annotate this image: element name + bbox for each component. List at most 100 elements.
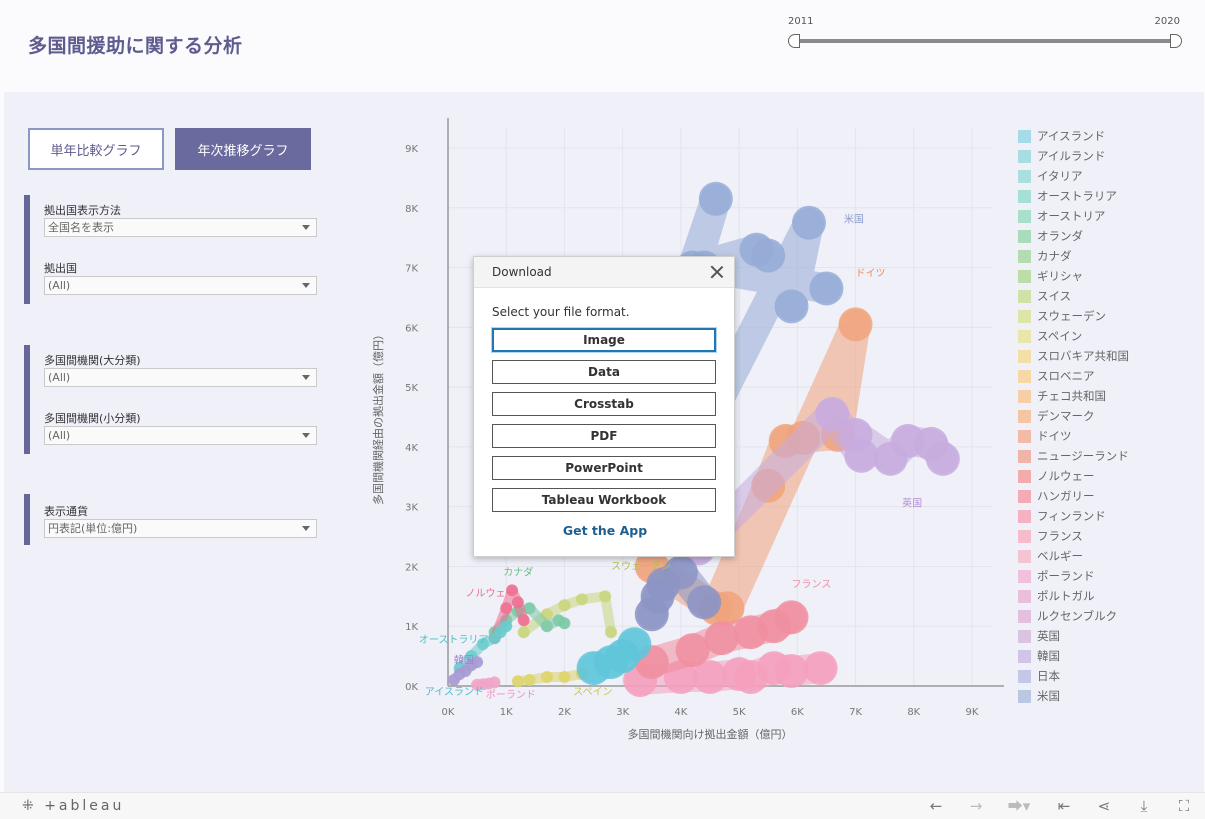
- tab-single-year[interactable]: 単年比較グラフ: [28, 128, 164, 170]
- legend-label: スペイン: [1037, 329, 1083, 343]
- data-point: [698, 181, 733, 216]
- legend-item[interactable]: 韓国: [1018, 646, 1129, 666]
- legend-item[interactable]: スロベニア: [1018, 366, 1129, 386]
- legend-item[interactable]: スイス: [1018, 286, 1129, 306]
- legend-item[interactable]: ポルトガル: [1018, 586, 1129, 606]
- slider-start-year: 2011: [788, 16, 814, 27]
- pdf-format-button[interactable]: PDF: [492, 424, 716, 448]
- legend-swatch: [1018, 389, 1031, 403]
- legend-item[interactable]: フィンランド: [1018, 506, 1129, 526]
- legend-swatch: [1018, 289, 1031, 303]
- legend-item[interactable]: スペイン: [1018, 326, 1129, 346]
- download-icon[interactable]: ⤓: [1134, 797, 1154, 815]
- fullscreen-icon[interactable]: ⛶: [1174, 797, 1194, 815]
- redo-icon[interactable]: →: [966, 797, 986, 815]
- x-tick-label: 6K: [791, 707, 804, 718]
- legend-label: 韓国: [1037, 649, 1060, 663]
- tab-yearly-trend[interactable]: 年次推移グラフ: [175, 128, 311, 170]
- crosstab-format-button[interactable]: Crosstab: [492, 392, 716, 416]
- image-format-button[interactable]: Image: [492, 328, 716, 352]
- legend-label: ルクセンブルク: [1037, 609, 1118, 623]
- data-point: [809, 271, 844, 306]
- close-icon[interactable]: [708, 263, 726, 281]
- year-range-slider[interactable]: 2011 2020: [786, 14, 1184, 54]
- legend-swatch: [1018, 529, 1031, 543]
- legend-item[interactable]: カナダ: [1018, 246, 1129, 266]
- tableau-logo[interactable]: ⁜ +ableau: [22, 798, 124, 814]
- legend-swatch: [1018, 309, 1031, 323]
- data-format-button[interactable]: Data: [492, 360, 716, 384]
- chevron-down-icon: [302, 433, 310, 438]
- share-icon[interactable]: ⋖: [1094, 797, 1114, 815]
- data-point: [774, 289, 809, 324]
- legend-item[interactable]: ドイツ: [1018, 426, 1129, 446]
- x-tick-label: 9K: [966, 707, 979, 718]
- legend-label: スロバキア共和国: [1037, 349, 1129, 363]
- slider-track[interactable]: [794, 39, 1176, 43]
- legend-item[interactable]: イタリア: [1018, 166, 1129, 186]
- x-tick-label: 3K: [616, 707, 629, 718]
- dialog-title: Download: [492, 265, 552, 279]
- powerpoint-format-button[interactable]: PowerPoint: [492, 456, 716, 480]
- legend-item[interactable]: チェコ共和国: [1018, 386, 1129, 406]
- legend-item[interactable]: 英国: [1018, 626, 1129, 646]
- get-the-app-link[interactable]: Get the App: [474, 523, 736, 538]
- filter-group-country: 拠出国表示方法 全国名を表示 拠出国 (All): [24, 195, 317, 304]
- legend-swatch: [1018, 369, 1031, 383]
- legend-item[interactable]: ポーランド: [1018, 566, 1129, 586]
- legend-item[interactable]: ニュージーランド: [1018, 446, 1129, 466]
- y-tick-label: 2K: [405, 562, 418, 573]
- legend-swatch: [1018, 209, 1031, 223]
- legend-label: ポーランド: [1037, 569, 1095, 583]
- legend-item[interactable]: オーストラリア: [1018, 186, 1129, 206]
- filter-label: 表示通貨: [44, 505, 88, 518]
- legend-label: オーストラリア: [1037, 189, 1117, 203]
- legend-item[interactable]: デンマーク: [1018, 406, 1129, 426]
- filter-label: 多国間機関(小分類): [44, 412, 141, 425]
- series-label: 英国: [902, 497, 922, 510]
- revert-icon[interactable]: ⮕▾: [1002, 797, 1036, 815]
- legend-item[interactable]: アイスランド: [1018, 126, 1129, 146]
- y-tick-label: 8K: [405, 204, 418, 215]
- data-point: [558, 671, 571, 684]
- org-major-select[interactable]: (All): [44, 368, 317, 387]
- legend-item[interactable]: 日本: [1018, 666, 1129, 686]
- slider-thumb-end[interactable]: [1170, 34, 1182, 48]
- legend-item[interactable]: ベルギー: [1018, 546, 1129, 566]
- country-select[interactable]: (All): [44, 276, 317, 295]
- currency-select[interactable]: 円表記(単位:億円): [44, 519, 317, 538]
- legend-item[interactable]: ルクセンブルク: [1018, 606, 1129, 626]
- legend-item[interactable]: スウェーデン: [1018, 306, 1129, 326]
- legend-item[interactable]: ノルウェー: [1018, 466, 1129, 486]
- data-point: [675, 633, 710, 668]
- slider-thumb-start[interactable]: [788, 34, 800, 48]
- legend-label: カナダ: [1037, 249, 1072, 263]
- legend-item[interactable]: ギリシャ: [1018, 266, 1129, 286]
- dashboard: 多国間援助に関する分析 2011 2020 単年比較グラフ 年次推移グラフ 拠出…: [0, 0, 1205, 819]
- legend-item[interactable]: オランダ: [1018, 226, 1129, 246]
- legend-label: スイス: [1037, 289, 1072, 303]
- tableau-workbook-format-button[interactable]: Tableau Workbook: [492, 488, 716, 512]
- series-label: スペイン: [573, 687, 612, 698]
- y-tick-label: 9K: [405, 144, 418, 155]
- legend-label: アイルランド: [1037, 149, 1106, 163]
- series-label: 韓国: [454, 654, 474, 666]
- data-point: [803, 651, 838, 686]
- org-minor-select[interactable]: (All): [44, 426, 317, 445]
- header: 多国間援助に関する分析 2011 2020: [0, 0, 1205, 92]
- x-tick-label: 8K: [907, 707, 920, 718]
- display-method-select[interactable]: 全国名を表示: [44, 218, 317, 237]
- undo-icon[interactable]: ←: [926, 797, 946, 815]
- legend-item[interactable]: アイルランド: [1018, 146, 1129, 166]
- legend-item[interactable]: 米国: [1018, 686, 1129, 706]
- legend-item[interactable]: オーストリア: [1018, 206, 1129, 226]
- filter-label: 拠出国表示方法: [44, 204, 121, 217]
- legend-label: スロベニア: [1037, 369, 1095, 383]
- legend-item[interactable]: ハンガリー: [1018, 486, 1129, 506]
- legend-label: 日本: [1037, 669, 1060, 683]
- legend-item[interactable]: フランス: [1018, 526, 1129, 546]
- reset-icon[interactable]: ⇤: [1054, 797, 1074, 815]
- legend-swatch: [1018, 229, 1031, 243]
- data-point: [774, 600, 809, 635]
- legend-item[interactable]: スロバキア共和国: [1018, 346, 1129, 366]
